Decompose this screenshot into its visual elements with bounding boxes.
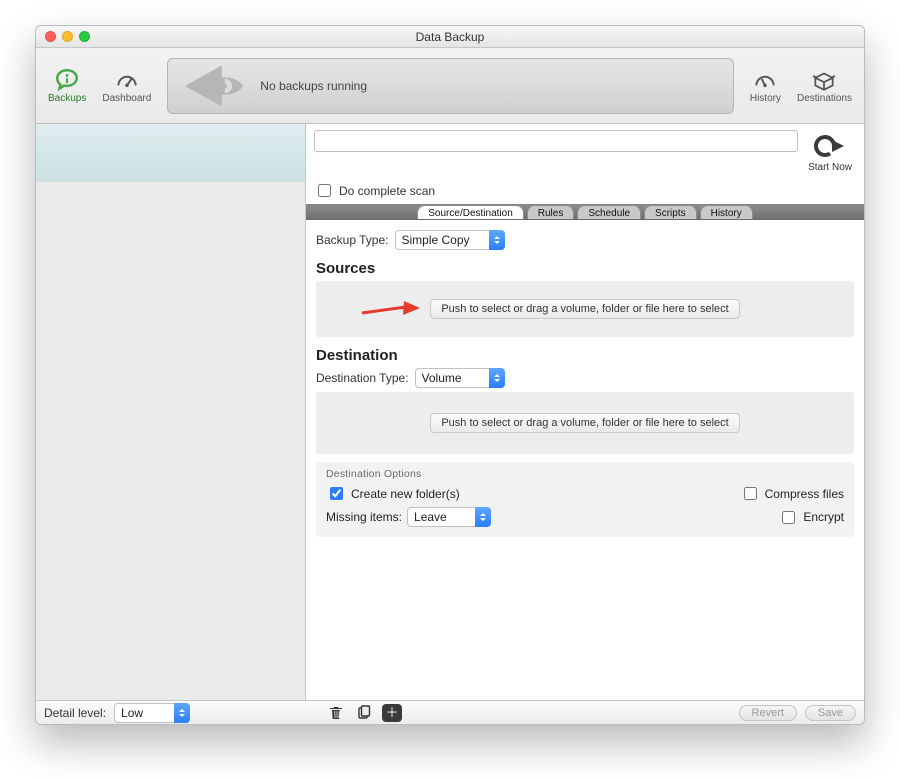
- tabs-bar: Source/Destination Rules Schedule Script…: [306, 204, 864, 220]
- gauge-icon: [752, 67, 778, 93]
- body: Start Now Do complete scan Source/Destin…: [36, 124, 864, 700]
- start-now-button[interactable]: Start Now: [804, 130, 856, 173]
- sidebar-empty-area: [36, 182, 305, 700]
- encrypt-label: Encrypt: [803, 510, 844, 524]
- complete-scan-option[interactable]: Do complete scan: [314, 181, 856, 200]
- add-backup-button[interactable]: ＋: [382, 704, 402, 722]
- destination-type-select-wrap: Volume: [415, 368, 505, 388]
- tab-source-destination[interactable]: Source/Destination: [417, 205, 524, 219]
- create-new-folders-checkbox[interactable]: [330, 487, 343, 500]
- start-now-label: Start Now: [808, 162, 852, 173]
- detail-level-select-wrap: Low: [114, 703, 190, 723]
- compress-files-checkbox[interactable]: [744, 487, 757, 500]
- missing-items-label: Missing items:: [326, 510, 402, 524]
- destination-select-button[interactable]: Push to select or drag a volume, folder …: [430, 413, 739, 433]
- save-button[interactable]: Save: [805, 705, 856, 721]
- copy-icon: [356, 705, 372, 721]
- create-new-folders-label: Create new folder(s): [351, 487, 460, 501]
- tab-scripts[interactable]: Scripts: [644, 205, 697, 219]
- sources-header: Sources: [316, 260, 854, 277]
- sidebar-selected-backup[interactable]: [36, 124, 305, 182]
- compress-files-label: Compress files: [765, 487, 844, 501]
- delete-backup-button[interactable]: [326, 704, 346, 722]
- close-window-button[interactable]: [45, 31, 56, 42]
- destination-header: Destination: [316, 347, 854, 364]
- backups-sidebar: [36, 124, 306, 700]
- open-box-icon: [811, 67, 837, 93]
- encrypt-option[interactable]: Encrypt: [778, 508, 844, 527]
- plus-icon: ＋: [386, 706, 399, 719]
- destination-options-title: Destination Options: [326, 468, 844, 480]
- tab-content: Backup Type: Simple Copy Sources Push to: [306, 220, 864, 700]
- missing-items-select-wrap: Leave: [407, 507, 491, 527]
- minimize-window-button[interactable]: [62, 31, 73, 42]
- window-title: Data Backup: [36, 30, 864, 44]
- status-banner-text: No backups running: [260, 79, 367, 93]
- missing-items-row: Missing items: Leave: [326, 507, 491, 527]
- complete-scan-label: Do complete scan: [339, 184, 435, 198]
- gauge-icon: [114, 67, 140, 93]
- sources-dropzone[interactable]: Push to select or drag a volume, folder …: [316, 281, 854, 337]
- destination-type-select[interactable]: Volume: [415, 368, 505, 388]
- status-banner: No backups running: [167, 58, 734, 114]
- app-logo-icon: [168, 58, 260, 114]
- toolbar-dashboard[interactable]: Dashboard: [98, 65, 155, 106]
- main-panel: Start Now Do complete scan Source/Destin…: [306, 124, 864, 700]
- footer: Detail level: Low ＋ Revert Save: [36, 700, 864, 724]
- toolbar-destinations-label: Destinations: [797, 93, 852, 104]
- detail-level-label: Detail level:: [44, 706, 106, 720]
- toolbar-dashboard-label: Dashboard: [102, 93, 151, 104]
- toolbar: Backups Dashboard No backups running: [36, 48, 864, 124]
- backup-type-label: Backup Type:: [316, 233, 389, 247]
- backup-type-select[interactable]: Simple Copy: [395, 230, 505, 250]
- compress-files-option[interactable]: Compress files: [740, 484, 844, 503]
- backup-name-input[interactable]: [314, 130, 798, 152]
- trash-icon: [328, 705, 344, 721]
- create-new-folders-option[interactable]: Create new folder(s): [326, 484, 460, 503]
- tab-rules[interactable]: Rules: [527, 205, 575, 219]
- toolbar-backups[interactable]: Backups: [44, 65, 90, 106]
- backup-header-strip: Start Now Do complete scan: [306, 124, 864, 204]
- toolbar-backups-label: Backups: [48, 93, 86, 104]
- zoom-window-button[interactable]: [79, 31, 90, 42]
- tab-history[interactable]: History: [700, 205, 753, 219]
- sources-select-button[interactable]: Push to select or drag a volume, folder …: [430, 299, 739, 319]
- destination-dropzone[interactable]: Push to select or drag a volume, folder …: [316, 392, 854, 454]
- toolbar-history-label: History: [750, 93, 781, 104]
- complete-scan-checkbox[interactable]: [318, 184, 331, 197]
- app-window: Data Backup Backups Dashboard: [35, 25, 865, 725]
- backup-type-row: Backup Type: Simple Copy: [316, 230, 854, 250]
- speech-bubble-info-icon: [54, 67, 80, 93]
- missing-items-select[interactable]: Leave: [407, 507, 491, 527]
- duplicate-backup-button[interactable]: [354, 704, 374, 722]
- toolbar-destinations[interactable]: Destinations: [793, 65, 856, 106]
- window-controls: [36, 31, 90, 42]
- annotation-arrow-icon: [360, 298, 422, 320]
- destination-type-label: Destination Type:: [316, 371, 409, 385]
- destination-type-row: Destination Type: Volume: [316, 368, 854, 388]
- detail-level-select[interactable]: Low: [114, 703, 190, 723]
- revert-button[interactable]: Revert: [739, 705, 797, 721]
- toolbar-history[interactable]: History: [746, 65, 785, 106]
- titlebar: Data Backup: [36, 26, 864, 48]
- backup-type-select-wrap: Simple Copy: [395, 230, 505, 250]
- encrypt-checkbox[interactable]: [782, 511, 795, 524]
- start-now-icon: [814, 130, 846, 162]
- destination-options: Destination Options Create new folder(s)…: [316, 462, 854, 537]
- tab-schedule[interactable]: Schedule: [577, 205, 641, 219]
